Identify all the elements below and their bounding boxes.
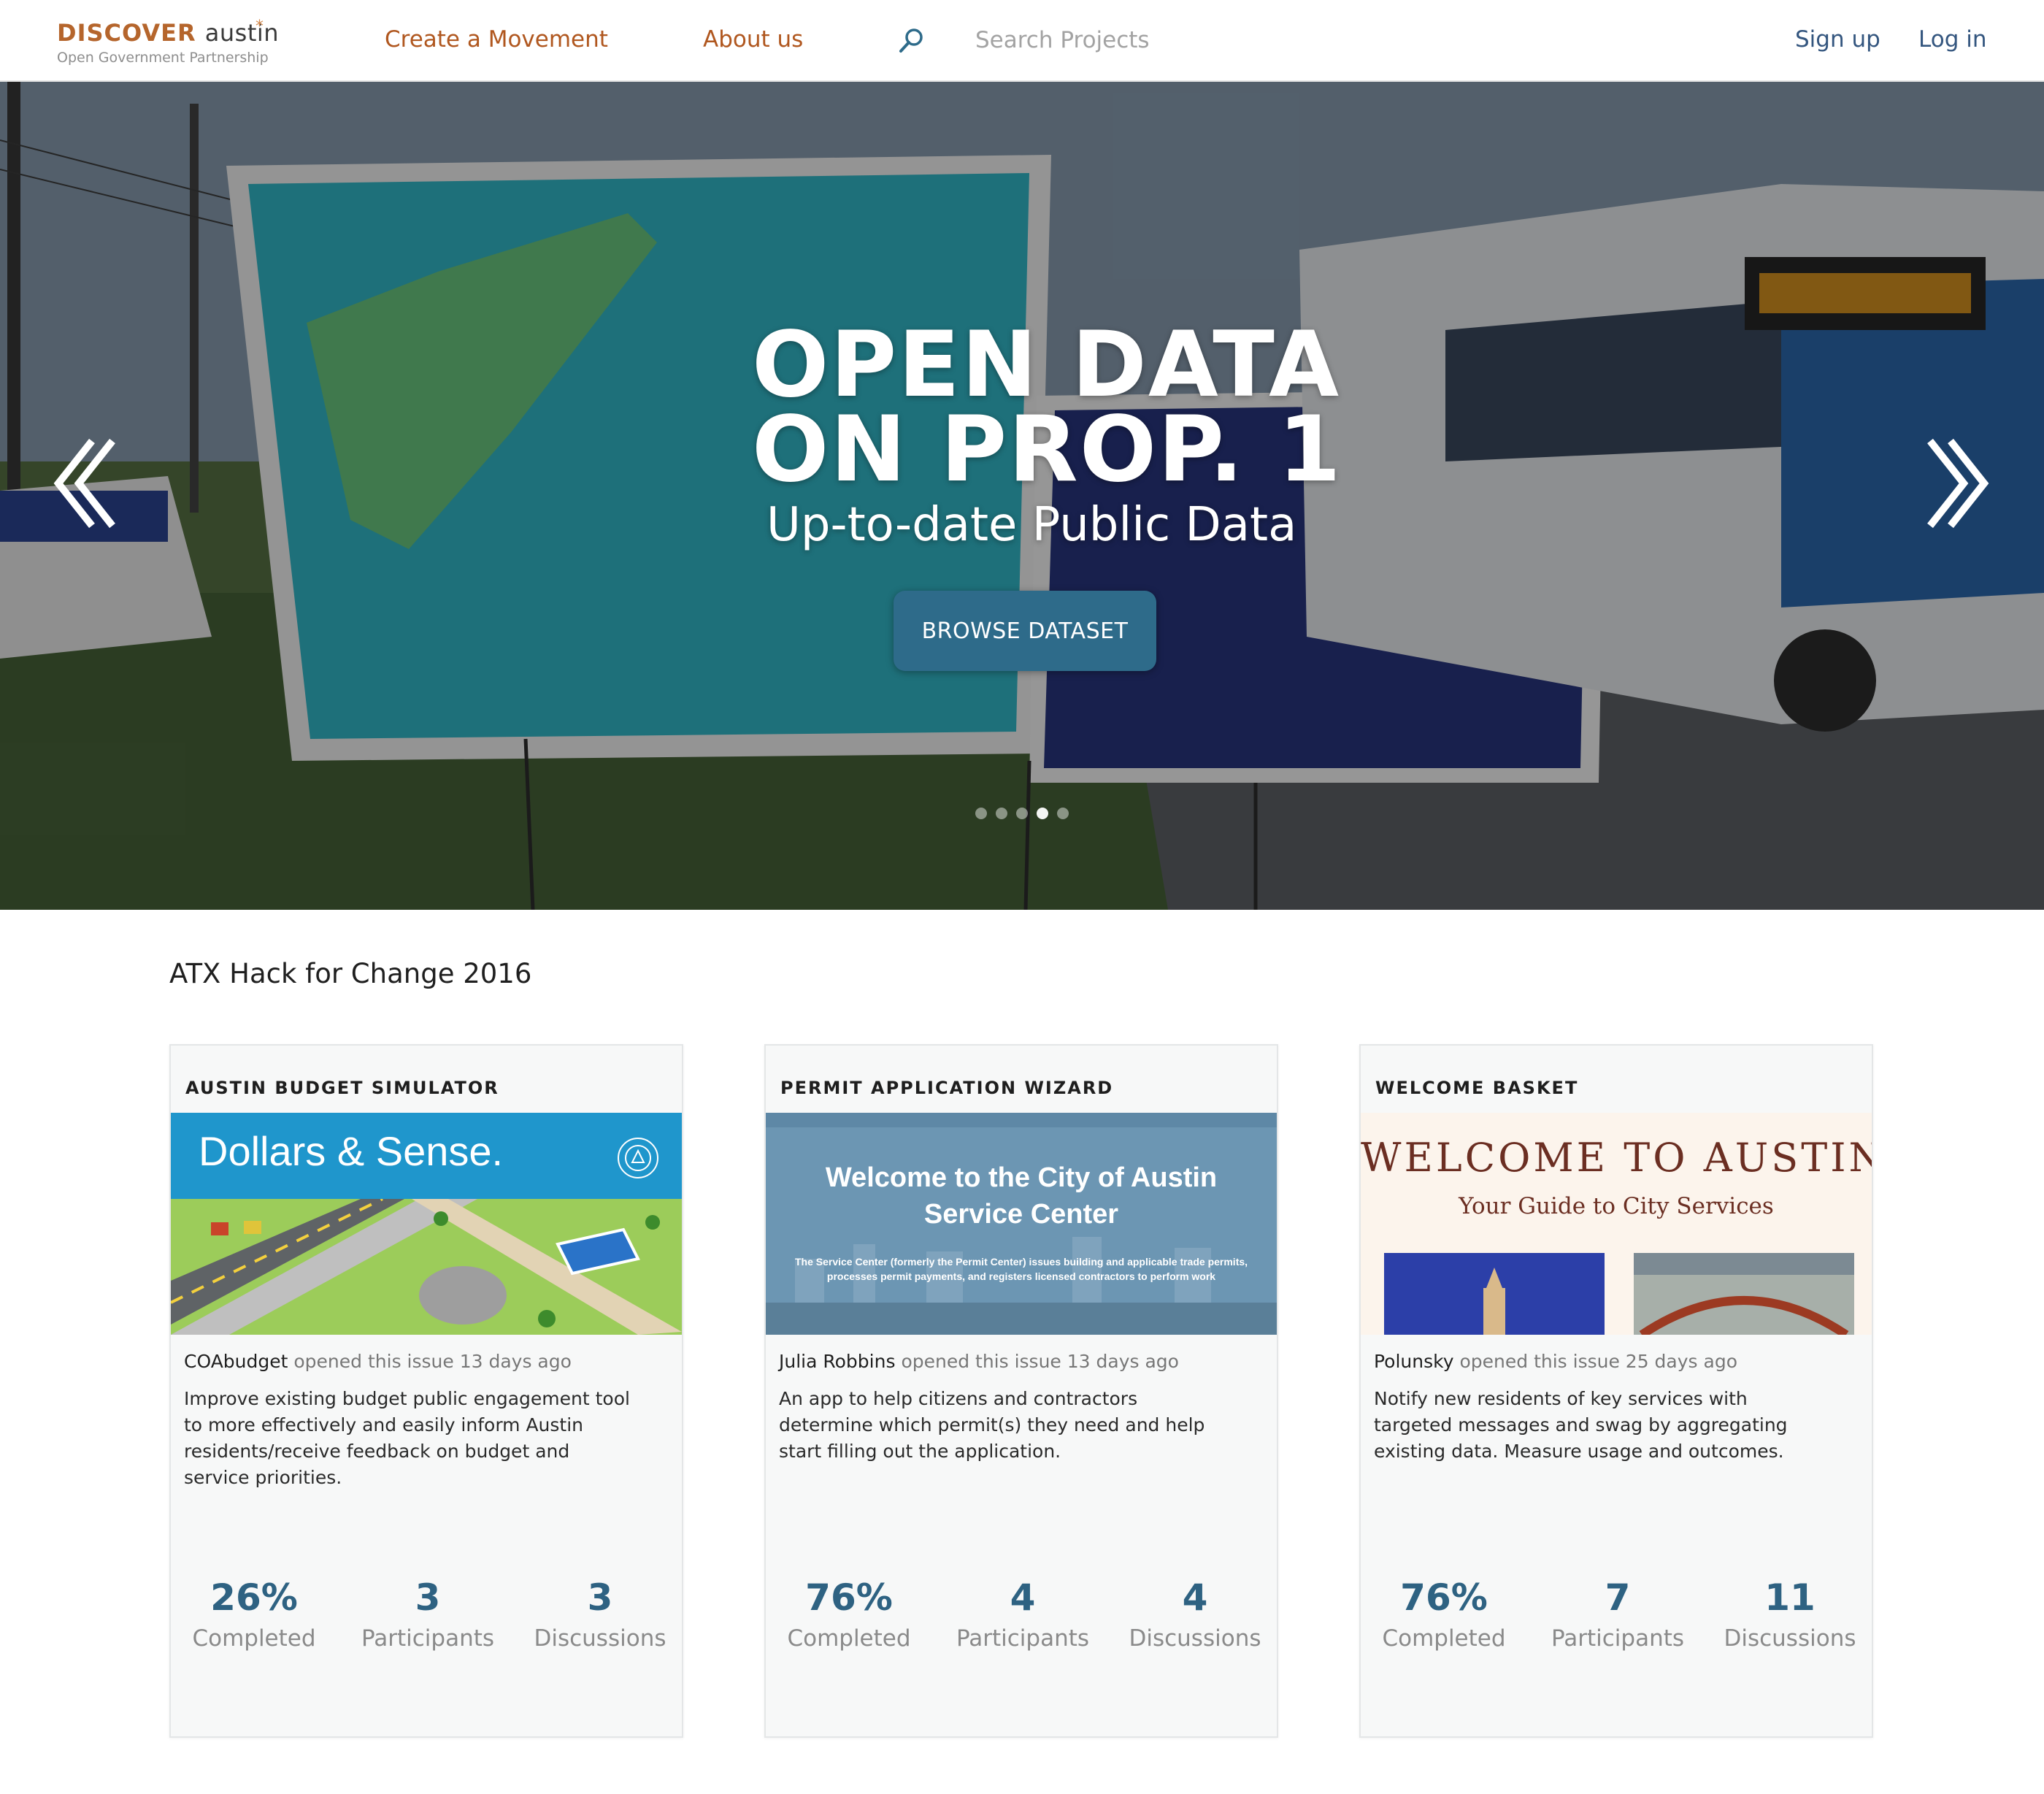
browse-dataset-button[interactable]: BROWSE DATASET bbox=[894, 591, 1156, 671]
hero-title-line-2: ON PROP. 1 bbox=[752, 397, 1342, 502]
logo-city: austin bbox=[204, 19, 280, 47]
card-image[interactable]: WELCOME TO AUSTIN Your Guide to City Ser… bbox=[1361, 1113, 1872, 1335]
stat-participants-label: Participants bbox=[956, 1625, 1090, 1652]
card-description: Notify new residents of key services wit… bbox=[1374, 1388, 1788, 1462]
image-caption-1: The Service Center (formerly the Permit … bbox=[794, 1256, 1248, 1268]
image-heading: WELCOME TO AUSTIN bbox=[1361, 1135, 1872, 1181]
stat-completed: 76% Completed bbox=[776, 1576, 922, 1652]
stat-discussions: 4 Discussions bbox=[1122, 1576, 1268, 1652]
card-author[interactable]: COAbudget bbox=[184, 1351, 288, 1372]
stat-discussions-value: 3 bbox=[587, 1576, 613, 1619]
card-author[interactable]: Polunsky bbox=[1374, 1351, 1454, 1372]
card-image[interactable]: Dollars & Sense. bbox=[171, 1113, 682, 1335]
card-opened-time: opened this issue 25 days ago bbox=[1459, 1351, 1738, 1372]
logo-wordmark: DISCOVER austin bbox=[57, 19, 279, 47]
carousel-dot[interactable] bbox=[1016, 808, 1028, 819]
hero-carousel: OPEN DATA ON PROP. 1 Up-to-date Public D… bbox=[0, 82, 2044, 910]
star-icon: * bbox=[256, 18, 264, 36]
stat-participants-label: Participants bbox=[1551, 1625, 1685, 1652]
stat-discussions: 3 Discussions bbox=[527, 1576, 673, 1652]
stat-participants: 4 Participants bbox=[950, 1576, 1096, 1652]
section-title: ATX Hack for Change 2016 bbox=[169, 958, 532, 989]
city-seal-icon bbox=[618, 1138, 658, 1178]
card-meta: Polunsky opened this issue 25 days ago bbox=[1374, 1351, 1737, 1372]
stat-discussions-value: 4 bbox=[1182, 1576, 1208, 1619]
stat-completed: 26% Completed bbox=[181, 1576, 327, 1652]
carousel-dot[interactable] bbox=[996, 808, 1007, 819]
stat-discussions-label: Discussions bbox=[1724, 1625, 1856, 1652]
stat-participants-label: Participants bbox=[361, 1625, 495, 1652]
stat-completed-value: 76% bbox=[1400, 1576, 1488, 1619]
carousel-dot-active[interactable] bbox=[1037, 808, 1048, 819]
image-heading-1: Welcome to the City of Austin bbox=[825, 1162, 1218, 1193]
search-icon[interactable] bbox=[896, 26, 926, 55]
image-headline: Dollars & Sense. bbox=[199, 1128, 504, 1174]
image-subheading: Your Guide to City Services bbox=[1459, 1193, 1774, 1219]
card-description: An app to help citizens and contractors … bbox=[779, 1388, 1205, 1462]
image-banner: Dollars & Sense. bbox=[171, 1113, 682, 1199]
nav-link-about-us[interactable]: About us bbox=[703, 26, 803, 53]
stat-discussions: 11 Discussions bbox=[1717, 1576, 1863, 1652]
stat-discussions-label: Discussions bbox=[534, 1625, 666, 1652]
stat-completed-value: 26% bbox=[210, 1576, 298, 1619]
hero-title: OPEN DATA ON PROP. 1 bbox=[752, 313, 1342, 502]
card-meta: COAbudget opened this issue 13 days ago bbox=[184, 1351, 572, 1372]
project-card[interactable]: PERMIT APPLICATION WIZARD Welcome to the… bbox=[764, 1044, 1278, 1738]
logo-primary: DISCOVER bbox=[57, 19, 196, 47]
stat-completed-label: Completed bbox=[1382, 1625, 1506, 1652]
project-card[interactable]: WELCOME BASKET WELCOME TO AUSTIN Your Gu… bbox=[1359, 1044, 1873, 1738]
hero-subtitle: Up-to-date Public Data bbox=[766, 498, 1297, 552]
stat-completed: 76% Completed bbox=[1371, 1576, 1517, 1652]
card-opened-time: opened this issue 13 days ago bbox=[901, 1351, 1179, 1372]
card-title: AUSTIN BUDGET SIMULATOR bbox=[185, 1078, 499, 1098]
carousel-indicators bbox=[975, 808, 1069, 822]
carousel-prev-button[interactable] bbox=[45, 432, 126, 534]
top-navbar: DISCOVER austin * Open Government Partne… bbox=[0, 0, 2044, 82]
card-author[interactable]: Julia Robbins bbox=[779, 1351, 895, 1372]
stat-participants: 7 Participants bbox=[1545, 1576, 1691, 1652]
stat-discussions-label: Discussions bbox=[1129, 1625, 1261, 1652]
stat-completed-value: 76% bbox=[805, 1576, 893, 1619]
card-description: Improve existing budget public engagemen… bbox=[184, 1388, 630, 1488]
stat-participants-value: 4 bbox=[1010, 1576, 1036, 1619]
stat-completed-label: Completed bbox=[192, 1625, 316, 1652]
hero-title-line-1: OPEN DATA bbox=[752, 313, 1341, 418]
stat-completed-label: Completed bbox=[787, 1625, 911, 1652]
card-title: WELCOME BASKET bbox=[1375, 1078, 1579, 1098]
search-input[interactable] bbox=[975, 22, 1238, 58]
site-logo[interactable]: DISCOVER austin * Open Government Partne… bbox=[57, 18, 305, 70]
login-link[interactable]: Log in bbox=[1918, 26, 1986, 53]
nav-link-create-movement[interactable]: Create a Movement bbox=[385, 26, 608, 53]
card-image[interactable]: Welcome to the City of Austin Service Ce… bbox=[766, 1113, 1277, 1335]
stat-participants-value: 3 bbox=[415, 1576, 441, 1619]
card-meta: Julia Robbins opened this issue 13 days … bbox=[779, 1351, 1179, 1372]
stat-participants-value: 7 bbox=[1605, 1576, 1631, 1619]
logo-subtitle: Open Government Partnership bbox=[57, 50, 269, 66]
carousel-next-button[interactable] bbox=[1917, 432, 1997, 534]
card-title: PERMIT APPLICATION WIZARD bbox=[780, 1078, 1114, 1098]
signup-link[interactable]: Sign up bbox=[1795, 26, 1880, 53]
card-opened-time: opened this issue 13 days ago bbox=[293, 1351, 572, 1372]
image-caption-2: processes permit payments, and registers… bbox=[826, 1270, 1216, 1282]
carousel-dot[interactable] bbox=[1057, 808, 1069, 819]
stat-discussions-value: 11 bbox=[1764, 1576, 1816, 1619]
image-heading-2: Service Center bbox=[923, 1199, 1119, 1230]
carousel-dot[interactable] bbox=[975, 808, 987, 819]
stat-participants: 3 Participants bbox=[355, 1576, 501, 1652]
project-card[interactable]: AUSTIN BUDGET SIMULATOR Dollars & Sense. bbox=[169, 1044, 683, 1738]
